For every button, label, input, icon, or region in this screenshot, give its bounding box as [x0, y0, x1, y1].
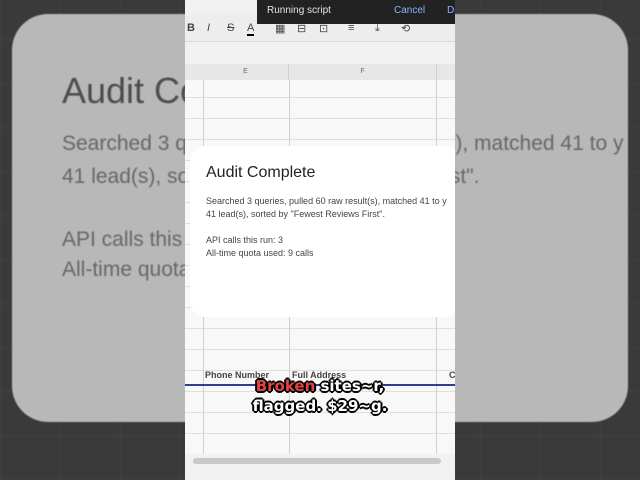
italic-button[interactable]: I: [207, 22, 210, 34]
dialog-quota-used: All-time quota used: 9 calls: [206, 248, 314, 258]
dialog-title: Audit Complete: [206, 164, 316, 181]
caption-line-1: Broken sites~r,: [0, 377, 640, 395]
dialog-summary-line-1: Searched 3 queries, pulled 60 raw result…: [206, 196, 447, 206]
cancel-button[interactable]: Cancel: [394, 5, 425, 16]
column-header-e[interactable]: E: [203, 64, 289, 80]
caption-highlight: Broken: [255, 377, 316, 395]
column-header-f[interactable]: F: [289, 64, 437, 80]
text-color-button[interactable]: A: [247, 22, 255, 36]
bold-button[interactable]: B: [187, 22, 195, 34]
running-script-label: Running script: [267, 5, 331, 16]
audit-complete-dialog: Audit Complete Searched 3 queries, pulle…: [190, 146, 455, 317]
horizontal-scrollbar[interactable]: [193, 458, 441, 464]
column-header-blank: [185, 64, 204, 80]
dialog-api-calls: API calls this run: 3: [206, 235, 284, 245]
caption-line-1-rest: sites~r,: [315, 377, 385, 395]
dialog-summary-line-2: 41 lead(s), sorted by "Fewest Reviews Fi…: [206, 209, 385, 219]
column-header-next[interactable]: [437, 64, 455, 80]
script-status-bar: Running script Cancel Di: [257, 0, 455, 24]
dismiss-button[interactable]: Di: [447, 5, 455, 16]
caption-line-2: flagged. $29~g.: [252, 397, 388, 415]
strikethrough-button[interactable]: S: [227, 22, 234, 34]
